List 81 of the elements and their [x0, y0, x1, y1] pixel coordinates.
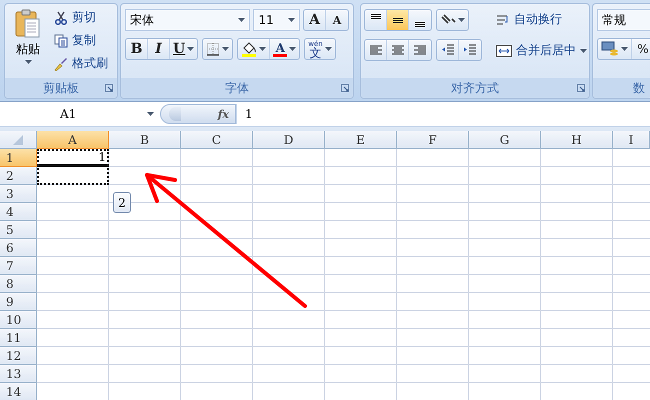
row-header[interactable]: 12 [0, 347, 37, 365]
group-label: 对齐方式 [451, 80, 499, 96]
group-label: 数 [633, 80, 645, 96]
fill-tooltip: 2 [113, 192, 131, 213]
row-header[interactable]: 3 [0, 185, 37, 203]
row-header[interactable]: 10 [0, 311, 37, 329]
column-header[interactable]: C [181, 131, 253, 149]
column-header[interactable]: D [253, 131, 325, 149]
row-header[interactable]: 9 [0, 293, 37, 311]
scissors-icon [54, 10, 68, 24]
table-cell: 1 [37, 149, 109, 167]
column-header[interactable]: I [613, 131, 650, 149]
dropdown-caret-icon [580, 48, 587, 52]
column-header[interactable]: H [541, 131, 613, 149]
row-header[interactable]: 14 [0, 383, 37, 400]
row-header[interactable]: 7 [0, 257, 37, 275]
dialog-launcher-icon[interactable] [577, 84, 585, 92]
indent-right-icon [463, 43, 477, 57]
row-header[interactable]: 5 [0, 221, 37, 239]
dropdown-caret-icon [289, 47, 296, 51]
paint-bucket-icon [241, 41, 258, 57]
percent-button[interactable]: % [632, 39, 650, 59]
border-grid-icon [206, 42, 220, 56]
italic-button[interactable]: I [148, 39, 170, 59]
align-left-icon [370, 45, 382, 55]
dropdown-caret-icon [147, 112, 154, 116]
align-middle-icon [392, 18, 402, 22]
column-header[interactable]: B [109, 131, 181, 149]
bold-button[interactable]: B [126, 39, 148, 59]
selection-marquee [37, 149, 109, 185]
row-header[interactable]: 8 [0, 275, 37, 293]
dropdown-caret-icon [621, 47, 628, 51]
merge-cells-icon [496, 44, 512, 56]
shrink-font-button[interactable]: A [326, 10, 348, 30]
dropdown-caret-icon [458, 18, 465, 22]
align-top-icon [370, 14, 380, 19]
align-right-icon [414, 45, 426, 55]
insert-function-button[interactable]: fx [160, 104, 236, 124]
wrap-text-button[interactable]: 自动换行 [494, 9, 589, 30]
column-header[interactable]: F [397, 131, 469, 149]
copy-icon [54, 34, 68, 48]
dropdown-caret-icon [288, 18, 295, 22]
row-header[interactable]: 6 [0, 239, 37, 257]
number-format-field[interactable]: 常规 [597, 9, 650, 31]
underline-button[interactable]: U [170, 39, 198, 59]
column-header[interactable]: G [469, 131, 541, 149]
dropdown-caret-icon [222, 47, 230, 51]
column-header[interactable]: A [37, 131, 109, 149]
format-painter-button[interactable]: 格式刷 [52, 53, 110, 74]
row-header[interactable]: 1 [0, 149, 37, 167]
row-header[interactable]: 13 [0, 365, 37, 383]
copy-button[interactable]: 复制 [52, 30, 110, 51]
dialog-launcher-icon[interactable] [341, 84, 349, 92]
font-size-field[interactable]: 11 [253, 9, 300, 31]
row-header[interactable]: 2 [0, 167, 37, 185]
corner-triangle-icon [13, 134, 23, 144]
dialog-launcher-icon[interactable] [105, 84, 113, 92]
paste-button[interactable]: 粘贴 [8, 7, 48, 75]
dropdown-caret-icon [259, 47, 266, 51]
merge-center-button[interactable]: 合并后居中 [494, 40, 589, 61]
align-bottom-icon [415, 22, 425, 27]
row-header[interactable]: 4 [0, 203, 37, 221]
dropdown-caret-icon [187, 47, 194, 51]
dropdown-caret-icon [324, 47, 332, 51]
group-label: 字体 [225, 80, 249, 96]
group-label: 剪贴板 [43, 80, 79, 96]
row-header[interactable]: 11 [0, 329, 37, 347]
paintbrush-icon [54, 56, 68, 70]
indent-left-icon [440, 43, 454, 57]
clipboard-icon [15, 9, 41, 39]
formula-field[interactable]: 1 [236, 104, 650, 124]
column-header[interactable]: E [325, 131, 397, 149]
dropdown-caret-icon [238, 18, 246, 22]
wrap-text-icon [496, 14, 510, 26]
grow-font-button[interactable]: A [304, 10, 326, 30]
vertical-align-button[interactable] [387, 10, 409, 30]
dropdown-caret-icon [24, 60, 32, 64]
money-icon [601, 41, 619, 57]
cut-button[interactable]: 剪切 [52, 7, 110, 28]
align-center-icon [392, 45, 404, 55]
font-name-field[interactable]: 宋体 [125, 9, 250, 31]
